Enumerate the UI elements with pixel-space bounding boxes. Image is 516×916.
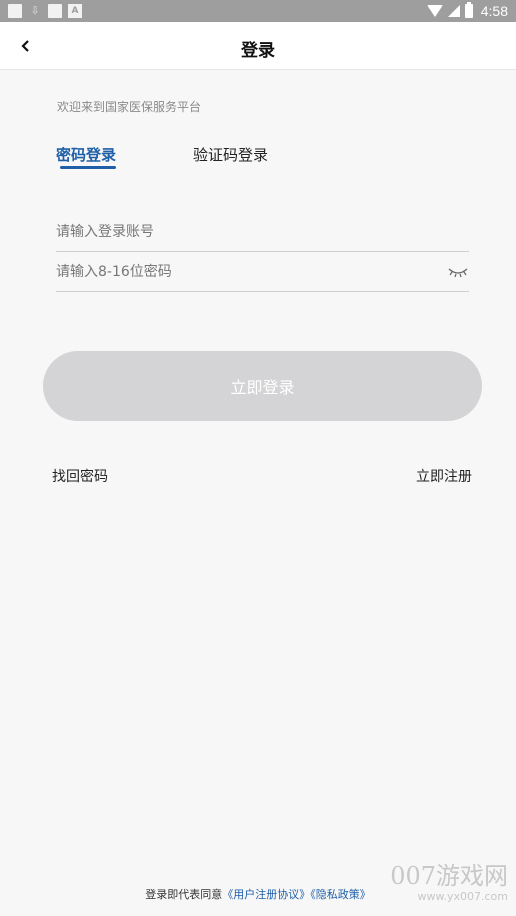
battery-icon <box>464 2 473 18</box>
download-icon: ⇩ <box>30 4 40 17</box>
register-link[interactable]: 立即注册 <box>416 466 472 486</box>
tab-sms-code-login[interactable]: 验证码登录 <box>193 144 268 165</box>
forgot-password-link[interactable]: 找回密码 <box>52 466 108 486</box>
user-agreement-link[interactable]: 《用户注册协议》 <box>222 888 310 901</box>
eye-closed-icon <box>448 268 468 278</box>
active-tab-indicator <box>60 166 116 169</box>
account-input[interactable] <box>56 212 469 251</box>
account-field <box>56 212 469 252</box>
password-input[interactable] <box>56 252 436 291</box>
login-button[interactable]: 立即登录 <box>43 351 482 421</box>
top-bar: 登录 <box>0 22 516 70</box>
signal-icon <box>447 5 460 17</box>
a-icon: A <box>68 4 82 18</box>
wifi-icon <box>426 5 443 17</box>
password-visibility-toggle[interactable] <box>447 264 469 278</box>
notification-icons: ⇩ A <box>8 4 82 18</box>
notification-icon <box>48 4 62 18</box>
watermark: 007游戏网 www.yx007.com <box>390 862 508 904</box>
privacy-policy-link[interactable]: 《隐私政策》 <box>310 888 371 901</box>
status-time: 4:58 <box>480 3 508 19</box>
agreement-prefix: 登录即代表同意 <box>145 888 223 901</box>
status-bar: ⇩ A 4:58 <box>0 0 516 22</box>
system-icons: 4:58 <box>426 2 508 19</box>
notification-icon <box>8 4 22 18</box>
watermark-url: www.yx007.com <box>417 890 508 903</box>
welcome-text: 欢迎来到国家医保服务平台 <box>57 100 202 114</box>
tab-password-login[interactable]: 密码登录 <box>56 144 116 165</box>
watermark-main: 007游戏网 <box>390 862 508 890</box>
password-field <box>56 252 469 292</box>
page-title: 登录 <box>241 41 275 61</box>
